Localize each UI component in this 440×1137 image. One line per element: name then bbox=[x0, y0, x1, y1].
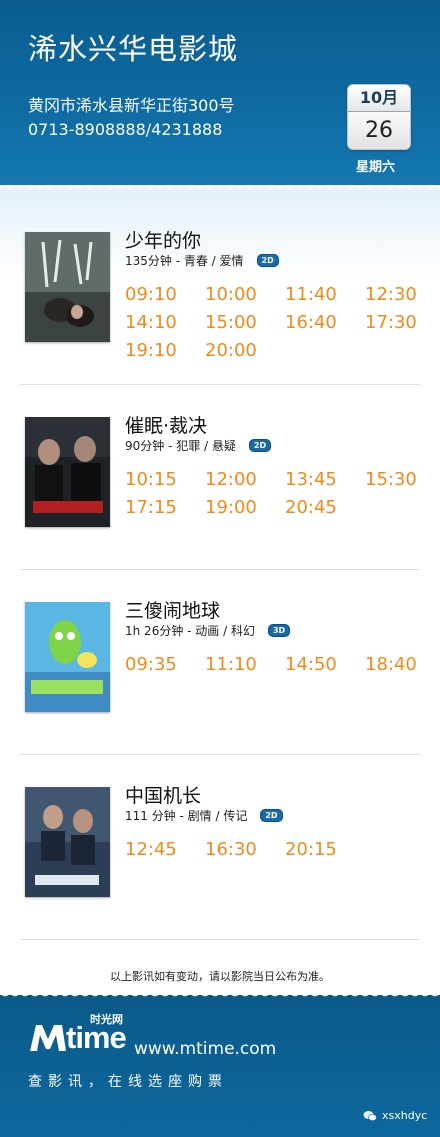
movie-poster[interactable] bbox=[25, 602, 110, 712]
wechat-id: xsxhdyc bbox=[382, 1109, 428, 1122]
showtime[interactable]: 09:10 bbox=[125, 284, 177, 305]
movie-runtime-genre: 111 分钟 - 剧情 / 传记 bbox=[125, 809, 248, 823]
website-link[interactable]: www.mtime.com bbox=[134, 1039, 276, 1059]
showtime[interactable]: 20:00 bbox=[205, 340, 257, 361]
showtime[interactable]: 13:45 bbox=[285, 469, 337, 490]
showtime[interactable]: 17:30 bbox=[365, 312, 417, 333]
format-badge: 2D bbox=[248, 439, 272, 452]
divider bbox=[20, 754, 420, 755]
mtime-logo-text: time bbox=[66, 1020, 127, 1055]
movie-runtime-genre: 1h 26分钟 - 动画 / 科幻 bbox=[125, 624, 255, 638]
movie-poster[interactable] bbox=[25, 232, 110, 342]
calendar-day: 26 bbox=[348, 112, 410, 149]
showtime[interactable]: 09:35 bbox=[125, 654, 177, 675]
movie-poster[interactable] bbox=[25, 417, 110, 527]
movie-meta: 90分钟 - 犯罪 / 悬疑 2D bbox=[125, 437, 272, 454]
movie-title[interactable]: 中国机长 bbox=[125, 781, 201, 808]
showtime[interactable]: 10:15 bbox=[125, 469, 177, 490]
cinema-name: 浠水兴华电影城 bbox=[28, 32, 239, 66]
wechat-icon bbox=[363, 1110, 377, 1121]
showtime[interactable]: 20:15 bbox=[285, 839, 337, 860]
showtime[interactable]: 16:30 bbox=[205, 839, 257, 860]
showtime[interactable]: 10:00 bbox=[205, 284, 257, 305]
showtime[interactable]: 15:00 bbox=[205, 312, 257, 333]
movie-runtime-genre: 90分钟 - 犯罪 / 悬疑 bbox=[125, 439, 236, 453]
format-badge: 3D bbox=[267, 624, 291, 637]
showtime[interactable]: 17:15 bbox=[125, 497, 177, 518]
movie-meta: 135分钟 - 青春 / 爱情 2D bbox=[125, 252, 279, 269]
showtime[interactable]: 19:10 bbox=[125, 340, 177, 361]
movie-poster[interactable] bbox=[25, 787, 110, 897]
showtime[interactable]: 11:40 bbox=[285, 284, 337, 305]
showtime[interactable]: 15:30 bbox=[365, 469, 417, 490]
format-badge: 2D bbox=[260, 809, 283, 822]
cinema-address: 黄冈市浠水县新华正街300号 bbox=[28, 96, 235, 115]
showtime[interactable]: 11:10 bbox=[205, 654, 257, 675]
format-badge: 2D bbox=[256, 254, 279, 267]
movie-title[interactable]: 三傻闹地球 bbox=[125, 596, 220, 623]
calendar-icon: 10月 26 bbox=[347, 84, 411, 150]
calendar-month: 10月 bbox=[348, 85, 410, 112]
showtime[interactable]: 14:50 bbox=[285, 654, 337, 675]
mtime-logo[interactable]: 时光网 time bbox=[28, 1013, 128, 1057]
movie-runtime-genre: 135分钟 - 青春 / 爱情 bbox=[125, 254, 244, 268]
cinema-phone[interactable]: 0713-8908888/4231888 bbox=[28, 120, 222, 139]
showtime[interactable]: 12:30 bbox=[365, 284, 417, 305]
divider bbox=[20, 939, 420, 940]
wechat-account: xsxhdyc bbox=[363, 1109, 427, 1122]
schedule-notice: 以上影讯如有变动，请以影院当日公布为准。 bbox=[110, 970, 330, 983]
movie-title[interactable]: 少年的你 bbox=[125, 226, 201, 253]
footer: 时光网 time www.mtime.com 查影讯，在线选座购票 xsxhdy… bbox=[0, 995, 440, 1137]
showtime[interactable]: 14:10 bbox=[125, 312, 177, 333]
mtime-m-icon bbox=[30, 1025, 66, 1051]
header: 浠水兴华电影城 黄冈市浠水县新华正街300号 0713-8908888/4231… bbox=[0, 0, 440, 185]
divider bbox=[20, 569, 420, 570]
movie-title[interactable]: 催眠·裁决 bbox=[125, 411, 207, 438]
divider bbox=[20, 384, 420, 385]
footer-slogan: 查影讯，在线选座购票 bbox=[28, 1074, 228, 1090]
calendar-weekday: 星期六 bbox=[356, 160, 396, 175]
showtime[interactable]: 16:40 bbox=[285, 312, 337, 333]
showtime[interactable]: 18:40 bbox=[365, 654, 417, 675]
stamp-edge-bottom bbox=[0, 992, 440, 1002]
movie-meta: 1h 26分钟 - 动画 / 科幻 3D bbox=[125, 622, 291, 639]
showtime[interactable]: 12:00 bbox=[205, 469, 257, 490]
showtime[interactable]: 19:00 bbox=[205, 497, 257, 518]
movie-meta: 111 分钟 - 剧情 / 传记 2D bbox=[125, 807, 283, 824]
showtime[interactable]: 12:45 bbox=[125, 839, 177, 860]
showtime[interactable]: 20:45 bbox=[285, 497, 337, 518]
